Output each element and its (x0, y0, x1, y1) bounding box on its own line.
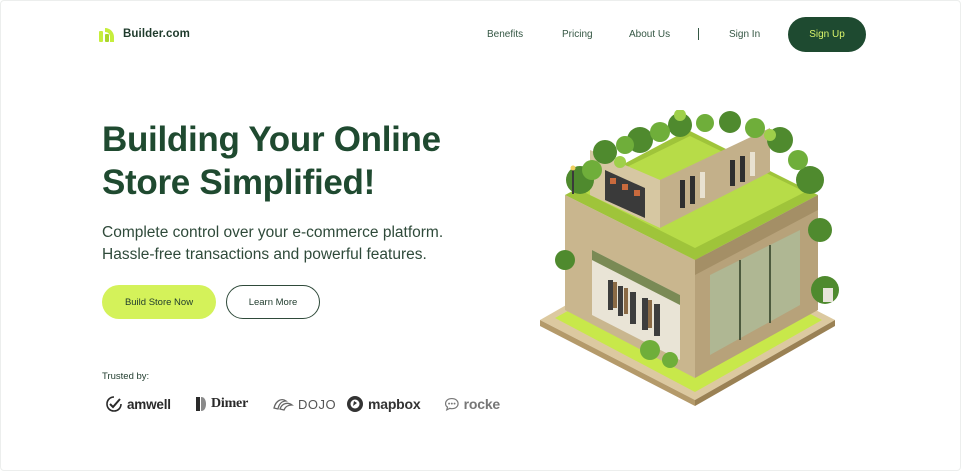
learn-more-button[interactable]: Learn More (226, 285, 320, 319)
amwell-check-icon (106, 396, 122, 412)
sign-in-link[interactable]: Sign In (729, 29, 760, 40)
brand-logo-rocket: rocke (444, 395, 500, 413)
logo-link[interactable]: Builder.com (98, 25, 190, 43)
hero-title-line-1: Building Your Online (102, 120, 441, 159)
hero-title-line-2: Store Simplified! (102, 163, 375, 202)
build-store-now-button[interactable]: Build Store Now (102, 285, 216, 319)
mapbox-mark-icon (347, 396, 363, 412)
nav-divider (698, 28, 699, 40)
hero-subtitle-line-2: Hassle-free transactions and powerful fe… (102, 246, 427, 263)
brand-name-dimer: Dimer (211, 396, 249, 411)
brand-name-rocket: rocke (463, 396, 500, 412)
nav-about-us[interactable]: About Us (629, 29, 670, 40)
trusted-by-label: Trusted by: (102, 371, 150, 382)
brand-logo-dimer: Dimer (195, 395, 248, 413)
isometric-store-illustration (540, 110, 839, 406)
hero-title: Building Your Online Store Simplified! (102, 118, 522, 204)
nav-pricing[interactable]: Pricing (562, 29, 593, 40)
rocket-chat-bubble-icon (444, 397, 459, 411)
brand-name-mapbox: mapbox (368, 396, 421, 412)
dojo-mark-icon (273, 399, 294, 411)
sign-up-button[interactable]: Sign Up (788, 17, 866, 52)
brand-logo-amwell: amwell (105, 395, 171, 413)
brand-name-amwell: amwell (127, 396, 171, 412)
site-header: Builder.com Benefits Pricing About Us Si… (0, 0, 961, 70)
builder-logo-icon (99, 28, 114, 42)
logo-text: Builder.com (123, 28, 190, 40)
brand-name-dojo: DOJO (298, 396, 337, 412)
dimer-mark-icon (196, 397, 206, 411)
hero-subtitle: Complete control over your e-commerce pl… (102, 222, 522, 266)
brand-logo-dojo: DOJO (272, 395, 336, 413)
brand-logo-mapbox: mapbox (346, 395, 421, 413)
hero-subtitle-line-1: Complete control over your e-commerce pl… (102, 224, 444, 241)
nav-benefits[interactable]: Benefits (487, 29, 523, 40)
